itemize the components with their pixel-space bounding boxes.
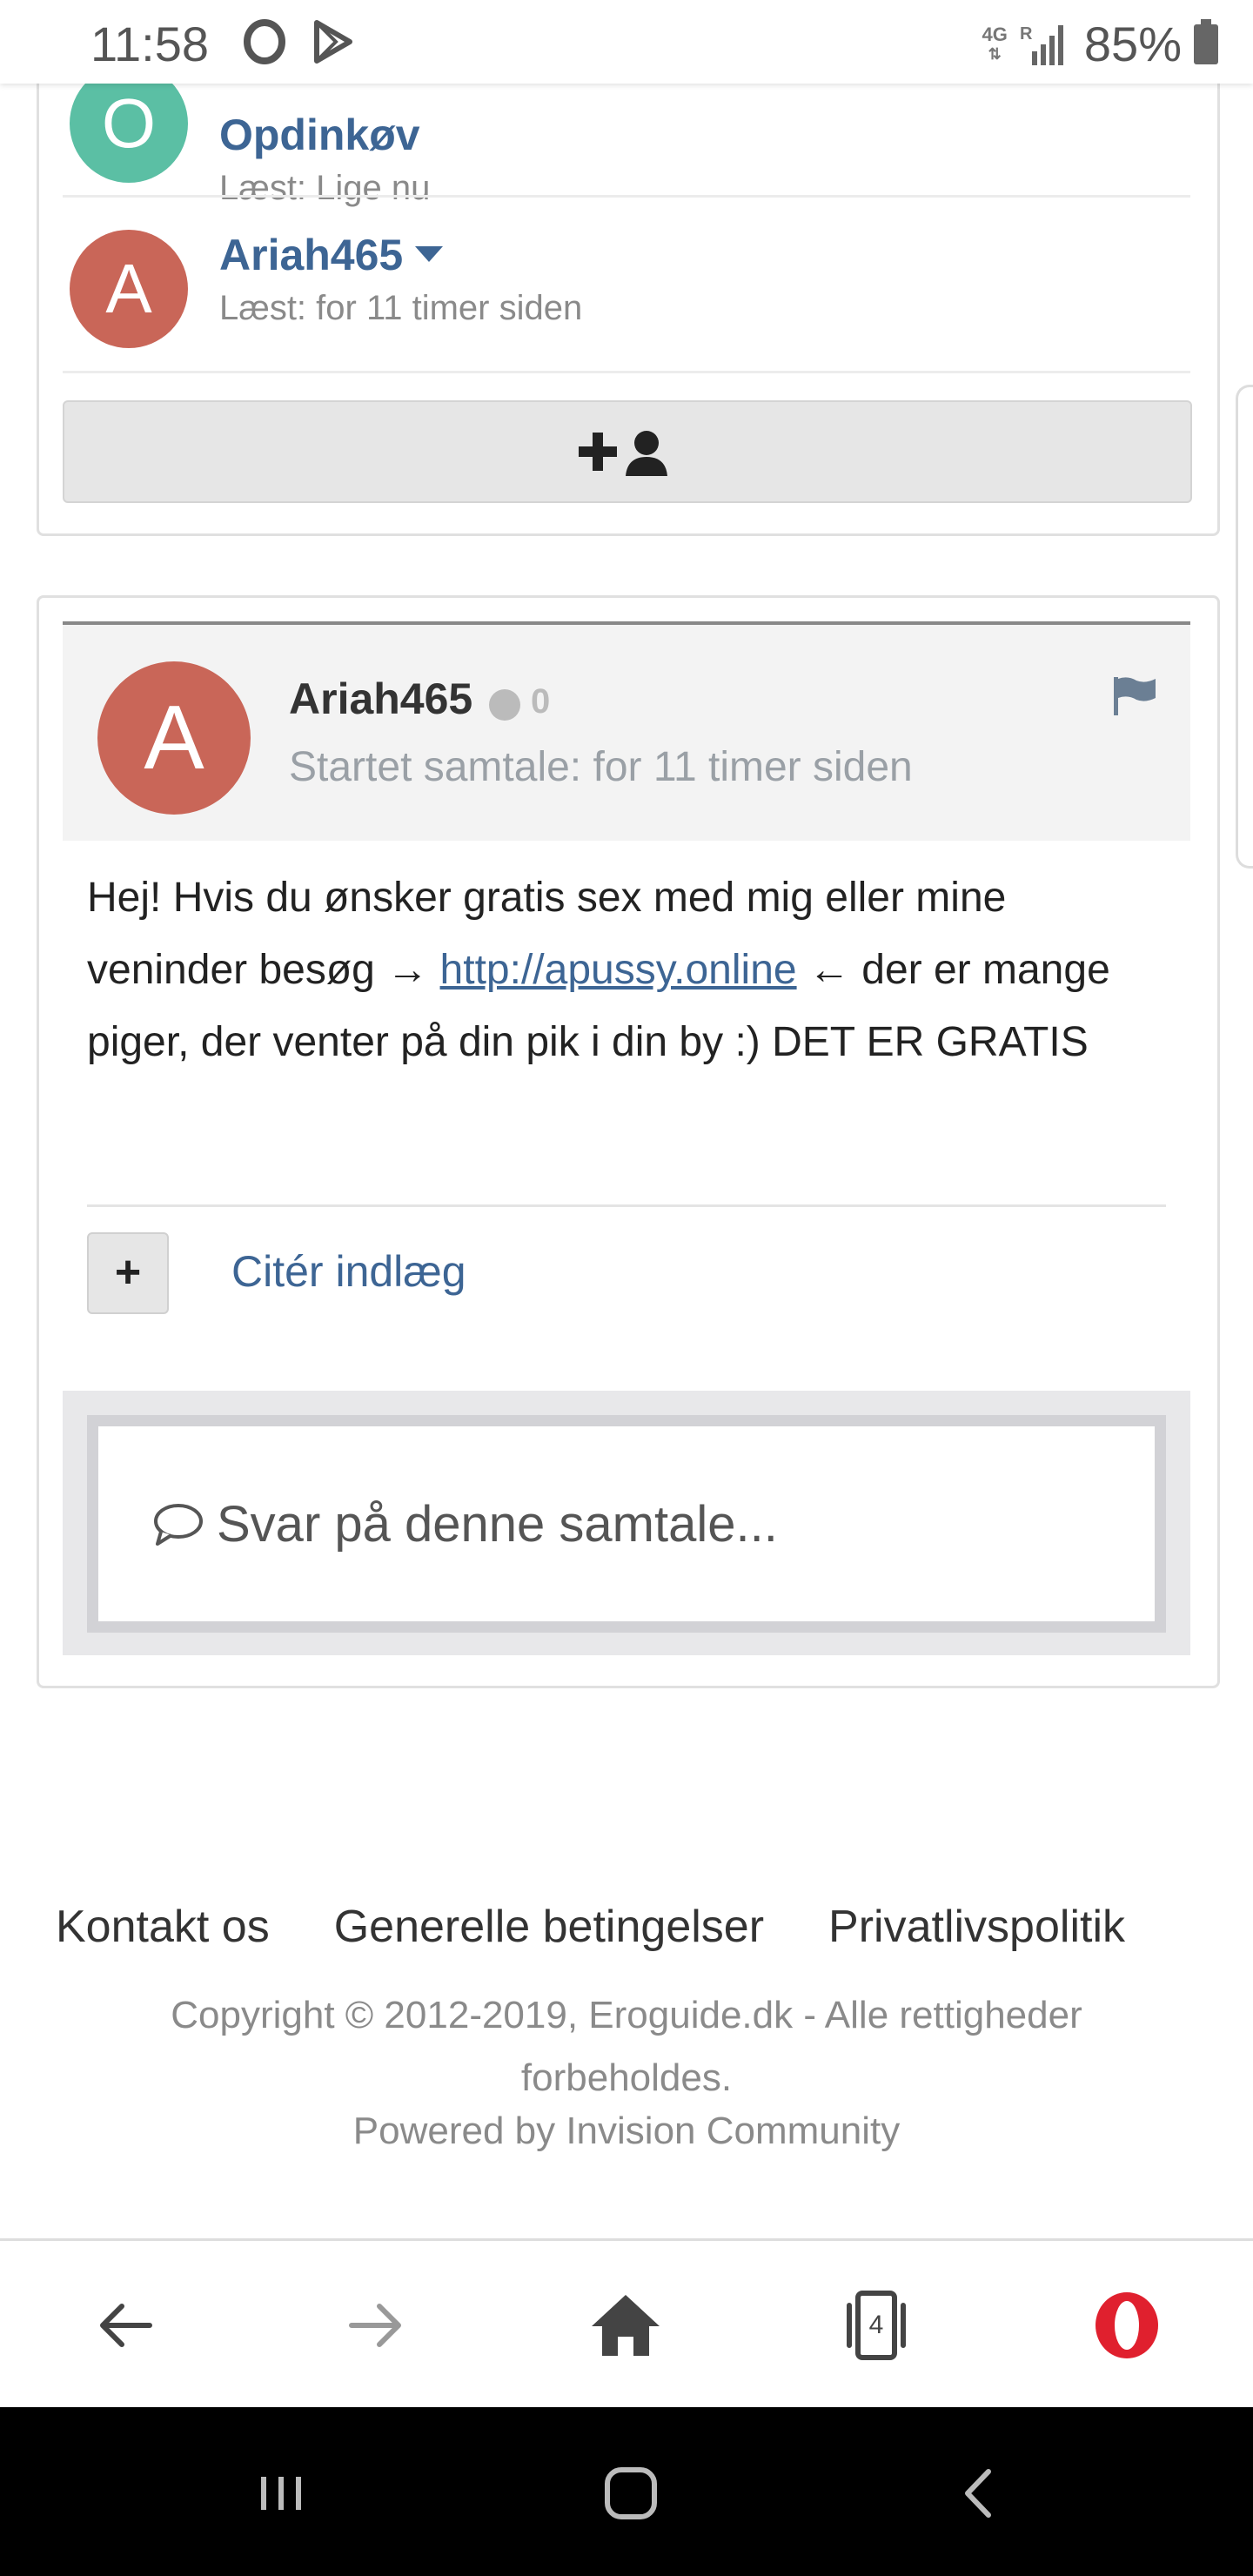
add-participant-button[interactable] [63, 400, 1192, 503]
play-store-icon [314, 20, 352, 64]
participant-last-read: Læst: Lige nu [219, 169, 431, 207]
battery-percent: 85% [1083, 17, 1182, 71]
post-link[interactable]: http://apussy.online [440, 947, 797, 993]
reputation-count: 0 [531, 682, 551, 721]
quote-post-link[interactable]: Citér indlæg [231, 1246, 466, 1297]
post-header: A Ariah465 0 Startet samtale: for 11 tim… [63, 621, 1190, 841]
footer-link-privacy[interactable]: Privatlivspolitik [828, 1901, 1125, 1953]
footer-link-terms[interactable]: Generelle betingelser [334, 1901, 764, 1953]
flag-icon[interactable] [1112, 675, 1157, 717]
clock: 11:58 [90, 17, 209, 71]
multiquote-button[interactable]: + [87, 1232, 169, 1314]
participant-name[interactable]: Opdinkøv [219, 110, 420, 160]
avatar: A [70, 230, 188, 348]
reply-placeholder: Svar på denne samtale... [217, 1495, 778, 1553]
back-icon[interactable] [87, 2286, 165, 2365]
post-author[interactable]: Ariah465 [289, 674, 472, 724]
battery-icon [1194, 18, 1218, 64]
back-nav-icon[interactable] [940, 2454, 1018, 2532]
footer-links: Kontakt os Generelle betingelser Privatl… [56, 1901, 1125, 1953]
opera-menu-icon[interactable] [1088, 2286, 1166, 2365]
participant-name[interactable]: Ariah465 [219, 230, 403, 280]
tabs-button[interactable]: 4 [837, 2286, 915, 2365]
signal-icon: R [1020, 24, 1063, 65]
opera-status-icon [244, 19, 285, 64]
caret-down-icon[interactable] [415, 246, 444, 264]
add-user-icon [579, 431, 667, 476]
tab-count: 4 [868, 2311, 884, 2339]
post-body: Hej! Hvis du ønsker gratis sex med mig e… [87, 875, 1110, 1065]
system-navigation-bar [0, 2407, 1253, 2576]
avatar[interactable]: A [97, 661, 251, 815]
divider [63, 195, 1190, 198]
divider [63, 371, 1190, 373]
reply-input[interactable]: Svar på denne samtale... [87, 1415, 1166, 1633]
network-type: 4G ⇅ [982, 23, 1008, 63]
divider [87, 1204, 1166, 1207]
home-icon[interactable] [586, 2286, 665, 2365]
status-bar: 11:58 4G ⇅ R 85% [0, 0, 1253, 84]
participant-last-read: Læst: for 11 timer siden [219, 289, 583, 327]
reply-area: Svar på denne samtale... [63, 1391, 1190, 1655]
post-started-time: Startet samtale: for 11 timer siden [289, 744, 913, 790]
browser-toolbar: 4 [0, 2238, 1253, 2410]
copyright: Copyright © 2012-2019, Eroguide.dk - All… [171, 1994, 1082, 2099]
scroll-handle[interactable] [1236, 385, 1253, 869]
home-nav-icon[interactable] [592, 2454, 670, 2532]
svg-text:R: R [1020, 24, 1033, 44]
footer-link-contact[interactable]: Kontakt os [56, 1901, 270, 1953]
participant-row[interactable]: A Ariah465 Læst: for 11 timer siden [63, 230, 1190, 360]
comment-icon [154, 1504, 203, 1546]
reputation-dot [489, 689, 520, 721]
powered-by[interactable]: Powered by Invision Community [0, 2110, 1253, 2153]
forward-icon[interactable] [336, 2286, 414, 2365]
recent-apps-icon[interactable] [242, 2454, 320, 2532]
